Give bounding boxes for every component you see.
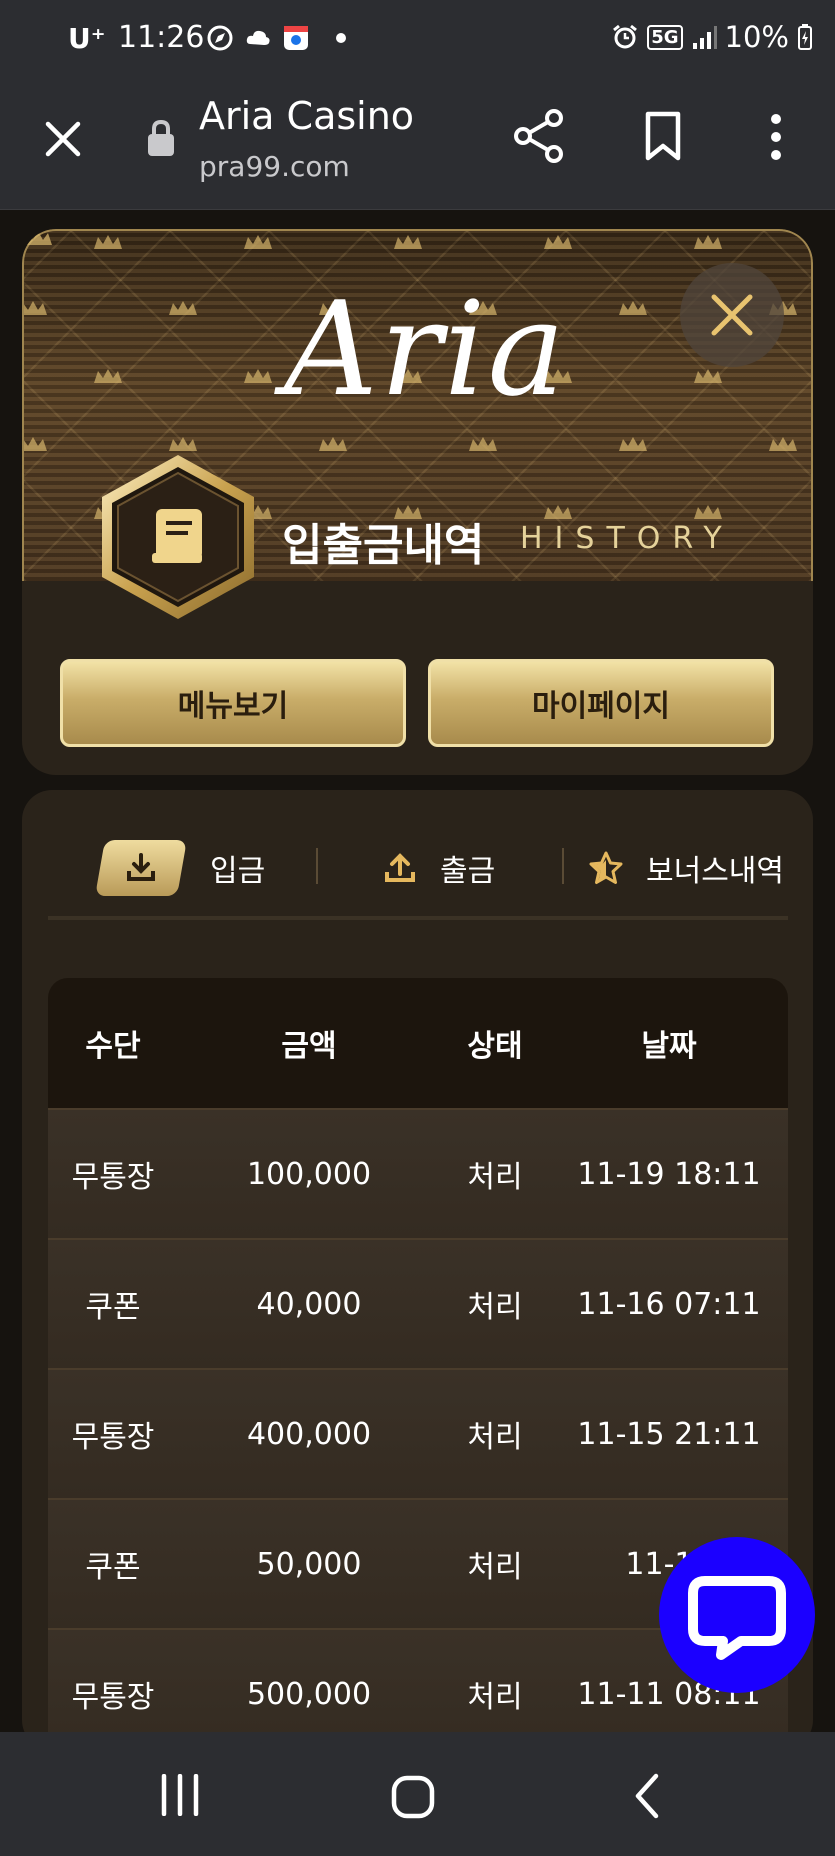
signal-icon <box>692 26 717 49</box>
table-row: 쿠폰 40,000 처리 11-16 07:11 <box>48 1238 788 1368</box>
cell-amount: 40,000 <box>256 1286 362 1322</box>
header-date: 날짜 <box>641 1029 697 1064</box>
status-bar: U⁺ 11:26 5G 10% <box>0 0 835 78</box>
system-navigation-bar <box>0 1732 835 1856</box>
more-options-icon[interactable] <box>766 112 786 162</box>
home-icon[interactable] <box>390 1774 436 1820</box>
cell-status: 처리 <box>467 1420 523 1455</box>
cell-date: 11-16 07:11 <box>577 1286 761 1322</box>
aria-logo: Aria <box>284 273 568 425</box>
tab-withdraw-label: 출금 <box>440 854 496 889</box>
lock-icon[interactable] <box>146 118 176 158</box>
tab-bonus-label: 보너스내역 <box>646 854 784 889</box>
tab-deposit-label: 입금 <box>210 854 266 889</box>
table-row: 무통장 400,000 처리 11-15 21:11 <box>48 1368 788 1498</box>
star-icon <box>589 851 623 884</box>
cell-amount: 50,000 <box>256 1546 362 1582</box>
cell-method: 쿠폰 <box>85 1550 141 1585</box>
close-tab-icon[interactable] <box>40 116 86 162</box>
map-app-icon <box>284 26 308 50</box>
cell-method: 쿠폰 <box>85 1290 141 1325</box>
live-chat-button[interactable] <box>659 1537 815 1693</box>
cell-amount: 500,000 <box>246 1676 372 1712</box>
history-book-icon <box>102 455 254 619</box>
mypage-button[interactable]: 마이페이지 <box>428 659 774 747</box>
url-label[interactable]: pra99.com <box>199 150 350 183</box>
table-header: 수단 금액 상태 날짜 <box>48 978 788 1108</box>
battery-percent: 10% <box>724 20 789 54</box>
upload-icon <box>385 853 415 882</box>
recent-apps-icon[interactable] <box>158 1774 202 1816</box>
system-indicators: 5G 10% <box>611 20 813 54</box>
page-title[interactable]: Aria Casino <box>199 94 414 138</box>
close-icon <box>711 294 753 336</box>
tab-deposit[interactable]: 입금 <box>95 828 266 908</box>
menu-button[interactable]: 메뉴보기 <box>60 659 406 747</box>
tab-withdraw[interactable]: 출금 <box>382 828 495 908</box>
header-amount: 금액 <box>281 1029 337 1064</box>
close-button[interactable] <box>680 263 784 367</box>
tab-divider <box>562 848 564 884</box>
clock: 11:26 <box>118 20 205 55</box>
notification-icons <box>206 24 346 52</box>
cell-date: 11-19 18:11 <box>577 1156 761 1192</box>
share-icon[interactable] <box>512 108 566 164</box>
download-icon <box>127 853 155 881</box>
alarm-icon <box>613 24 638 49</box>
cell-amount: 400,000 <box>246 1416 372 1452</box>
compass-icon <box>207 25 233 51</box>
tab-divider <box>316 848 318 884</box>
battery-charging-icon <box>798 24 812 50</box>
browser-toolbar: Aria Casino pra99.com <box>0 78 835 210</box>
cell-status: 처리 <box>467 1680 523 1715</box>
carrier-label: U⁺ <box>68 22 106 55</box>
cell-status: 처리 <box>467 1290 523 1325</box>
page-subheading: HISTORY <box>520 521 734 556</box>
deposit-chip <box>95 840 187 896</box>
table-row: 무통장 100,000 처리 11-19 18:11 <box>48 1108 788 1238</box>
cell-status: 처리 <box>467 1160 523 1195</box>
back-icon[interactable] <box>632 1772 660 1820</box>
network-type-badge: 5G <box>647 24 683 50</box>
cell-method: 무통장 <box>71 1160 155 1195</box>
tab-bonus[interactable]: 보너스내역 <box>588 828 784 908</box>
cloud-icon <box>246 30 270 45</box>
header-method: 수단 <box>85 1029 141 1064</box>
cell-status: 처리 <box>467 1550 523 1585</box>
cell-date: 11-15 21:11 <box>577 1416 761 1452</box>
cell-amount: 100,000 <box>246 1156 372 1192</box>
page-heading: 입출금내역 <box>282 520 485 571</box>
header-status: 상태 <box>467 1029 523 1064</box>
cell-method: 무통장 <box>71 1680 155 1715</box>
cell-method: 무통장 <box>71 1420 155 1455</box>
history-tabs: 입금 출금 보너스내역 <box>48 828 788 920</box>
history-header-card: Aria 입출금내역 HISTORY 메뉴보기 마이페이지 <box>22 229 813 775</box>
bookmark-icon[interactable] <box>640 110 686 162</box>
chat-bubble-icon <box>688 1576 786 1660</box>
more-notifications-dot <box>336 33 346 43</box>
